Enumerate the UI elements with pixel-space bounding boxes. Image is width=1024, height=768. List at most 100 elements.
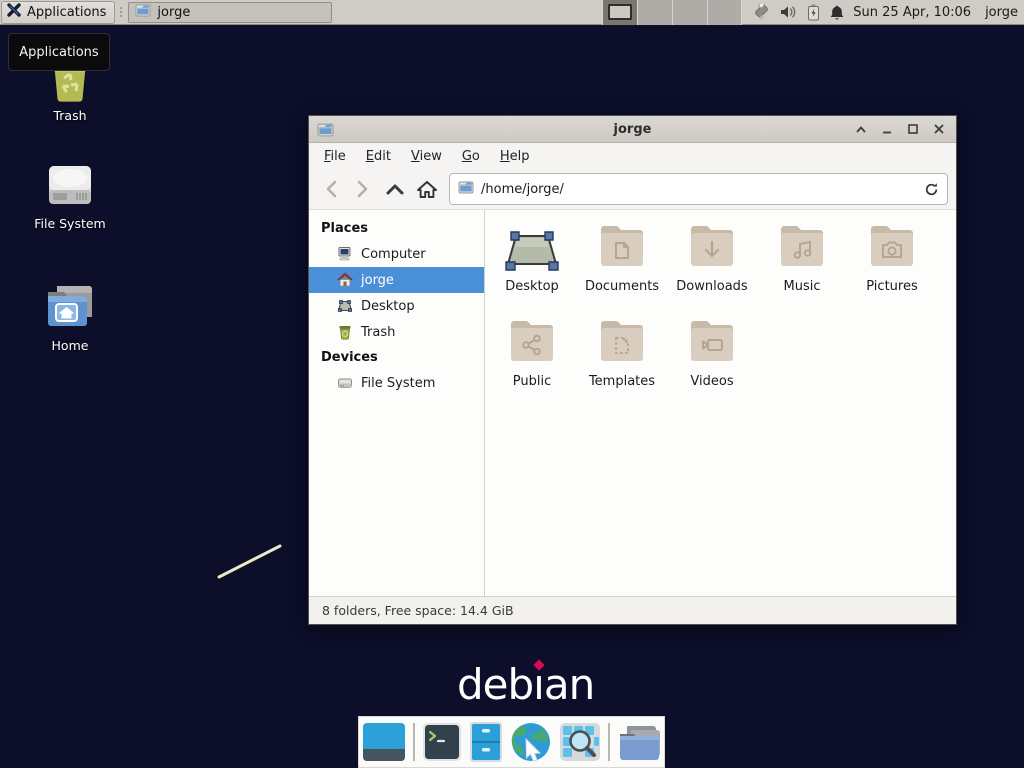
applications-menu-label: Applications	[27, 5, 106, 20]
folder-label: Desktop	[505, 279, 559, 294]
folder-videos[interactable]: Videos	[667, 315, 757, 410]
statusbar: 8 folders, Free space: 14.4 GiB	[309, 596, 956, 624]
volume-icon[interactable]	[780, 4, 798, 20]
show-desktop-icon	[362, 722, 406, 762]
sidebar: Places Computer jorge	[309, 210, 485, 596]
folder-label: Music	[784, 279, 821, 294]
desktop-special-icon	[504, 220, 560, 272]
sidebar-item-file-system[interactable]: File System	[309, 370, 484, 396]
desktop-icon-label: Home	[15, 338, 125, 353]
pictures-folder-icon	[866, 220, 918, 272]
panel-username[interactable]: jorge	[985, 5, 1018, 20]
folder-label: Templates	[589, 374, 655, 389]
sidebar-item-label: jorge	[361, 273, 394, 288]
folder-desktop[interactable]: Desktop	[487, 220, 577, 315]
folder-grid: Desktop Documents	[487, 220, 956, 410]
sidebar-item-trash[interactable]: Trash	[309, 319, 484, 345]
folder-documents[interactable]: Documents	[577, 220, 667, 315]
path-input[interactable]: /home/jorge/	[481, 182, 917, 197]
folder-icon	[135, 2, 151, 22]
sidebar-item-label: File System	[361, 376, 435, 391]
notification-bell-icon[interactable]	[829, 4, 845, 21]
workspace-4[interactable]	[708, 0, 743, 25]
menu-view[interactable]: View	[402, 146, 451, 167]
debian-wordmark: debıan	[457, 660, 594, 709]
battery-icon[interactable]	[807, 4, 820, 21]
sidebar-devices-header: Devices	[309, 345, 484, 370]
videos-folder-icon	[686, 315, 738, 367]
dock-separator	[608, 723, 610, 761]
folder-label: Downloads	[676, 279, 747, 294]
show-desktop-button[interactable]	[362, 722, 406, 762]
desktop-icon-home[interactable]: Home	[15, 280, 125, 353]
public-folder-icon	[506, 315, 558, 367]
folder-downloads[interactable]: Downloads	[667, 220, 757, 315]
folder-label: Public	[513, 374, 551, 389]
folder-music[interactable]: Music	[757, 220, 847, 315]
workspace-2[interactable]	[638, 0, 673, 25]
file-view[interactable]: Desktop Documents	[485, 210, 956, 596]
back-button[interactable]	[317, 175, 345, 203]
wordmark-left: deb	[457, 660, 533, 709]
toolbar: /home/jorge/	[309, 169, 956, 210]
folder-templates[interactable]: Templates	[577, 315, 667, 410]
sidebar-item-label: Desktop	[361, 299, 415, 314]
forward-button[interactable]	[349, 175, 377, 203]
panel-clock[interactable]: Sun 25 Apr, 10:06	[853, 5, 971, 20]
workspace-3[interactable]	[673, 0, 708, 25]
reload-button[interactable]	[924, 182, 939, 197]
sidebar-item-label: Computer	[361, 247, 426, 262]
web-browser-launcher[interactable]	[510, 721, 552, 763]
workspace-switcher[interactable]	[602, 0, 742, 25]
minimize-button[interactable]	[878, 120, 896, 138]
titlebar[interactable]: jorge	[309, 116, 956, 143]
sidebar-item-computer[interactable]: Computer	[309, 241, 484, 267]
path-folder-icon	[458, 179, 474, 199]
close-button[interactable]	[930, 120, 948, 138]
sidebar-item-jorge[interactable]: jorge	[309, 267, 484, 293]
folder-pictures[interactable]: Pictures	[847, 220, 937, 315]
taskbar-window-label: jorge	[157, 5, 190, 20]
shade-button[interactable]	[852, 120, 870, 138]
folder-label: Videos	[690, 374, 733, 389]
folder-public[interactable]: Public	[487, 315, 577, 410]
folder-label: Documents	[585, 279, 659, 294]
applications-menu-button[interactable]: Applications	[1, 1, 115, 24]
file-manager-launcher[interactable]	[469, 721, 503, 763]
sidebar-item-desktop[interactable]: Desktop	[309, 293, 484, 319]
documents-folder-icon	[596, 220, 648, 272]
maximize-button[interactable]	[904, 120, 922, 138]
drive-icon	[337, 375, 353, 391]
up-button[interactable]	[381, 175, 409, 203]
applications-tooltip-text: Applications	[19, 45, 98, 60]
sidebar-places-header: Places	[309, 216, 484, 241]
wordmark-right: an	[544, 660, 594, 709]
desktop-root: { "panel": { "applications_label": "Appl…	[0, 0, 1024, 768]
sidebar-item-label: Trash	[361, 325, 395, 340]
menubar: File Edit View Go Help	[309, 143, 956, 169]
terminal-icon	[422, 722, 462, 762]
menu-go[interactable]: Go	[453, 146, 489, 167]
xfce-logo-icon	[6, 2, 22, 22]
tray-stylus-icon[interactable]	[752, 4, 771, 21]
web-browser-icon	[510, 721, 552, 763]
file-cabinet-icon	[469, 721, 503, 763]
window-folder-icon	[317, 121, 334, 138]
app-finder-launcher[interactable]	[559, 722, 601, 762]
terminal-launcher[interactable]	[422, 722, 462, 762]
menu-help[interactable]: Help	[491, 146, 539, 167]
menu-file[interactable]: File	[315, 146, 355, 167]
workspace-1[interactable]	[603, 0, 638, 25]
applications-tooltip: Applications	[8, 33, 110, 71]
desktop-icon	[337, 298, 353, 314]
folder-label: Pictures	[866, 279, 917, 294]
location-bar[interactable]: /home/jorge/	[449, 173, 948, 205]
desktop-icon-label: File System	[15, 216, 125, 231]
directory-menu-button[interactable]	[617, 722, 661, 762]
system-tray	[752, 4, 845, 21]
home-button[interactable]	[413, 175, 441, 203]
harddrive-icon	[15, 160, 125, 210]
desktop-icon-filesystem[interactable]: File System	[15, 160, 125, 231]
menu-edit[interactable]: Edit	[357, 146, 400, 167]
taskbar-window-button[interactable]: jorge	[128, 2, 332, 23]
